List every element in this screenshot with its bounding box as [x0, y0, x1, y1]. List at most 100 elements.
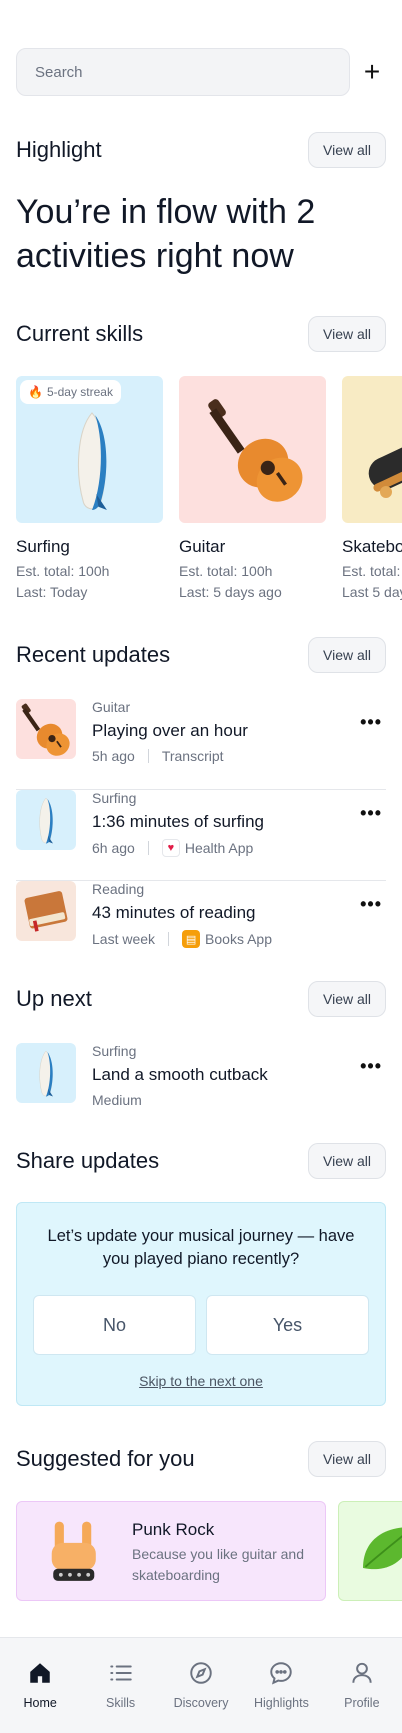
highlight-title: Highlight [16, 137, 102, 162]
more-options-icon[interactable]: ••• [360, 713, 382, 731]
update-meta: 6h ago ♥ Health App [92, 839, 253, 857]
flame-icon: 🔥 [28, 385, 43, 399]
list-item[interactable]: Reading 43 minutes of reading Last week … [16, 881, 386, 972]
recent-updates-header: Recent updates View all [16, 637, 386, 673]
list-item[interactable]: Guitar Playing over an hour 5h ago Trans… [16, 699, 386, 790]
skill-last: Last 5 days ago [342, 584, 402, 600]
skill-total: Est. total: 100h [179, 563, 273, 579]
leaf-icon [363, 1527, 402, 1570]
health-app-icon: ♥ [161, 839, 180, 857]
surfboard-icon [60, 406, 124, 518]
tab-label: Skills [106, 1696, 136, 1710]
skill-card-guitar[interactable]: Guitar Est. total: 100h Last: 5 days ago [179, 376, 326, 603]
update-thumbnail [16, 699, 76, 759]
more-options-icon[interactable]: ••• [360, 1057, 382, 1075]
up-next-view-all-button[interactable]: View all [308, 981, 386, 1017]
up-next-thumbnail [16, 1043, 76, 1103]
skill-name: Surfing [16, 537, 70, 556]
share-updates-header: Share updates View all [16, 1143, 386, 1179]
yes-button[interactable]: Yes [206, 1295, 369, 1355]
update-time: 5h ago [92, 748, 135, 764]
surfboard-icon [31, 796, 61, 846]
compass-icon [190, 1662, 212, 1684]
list-icon [109, 1665, 132, 1681]
update-time: 6h ago [92, 840, 135, 856]
tab-label: Profile [344, 1696, 380, 1710]
suggestion-reason: Because you like guitar and skateboardin… [132, 1546, 304, 1583]
tab-label: Highlights [253, 1696, 309, 1710]
suggestion-title: Punk Rock [132, 1520, 215, 1539]
skill-name: Skateboarding [342, 537, 402, 556]
skill-card-skateboarding[interactable]: Skateboarding Est. total: 100h Last 5 da… [342, 376, 402, 603]
current-skills-title: Current skills [16, 321, 144, 346]
up-next-title: Up next [16, 986, 92, 1011]
update-thumbnail [16, 881, 76, 941]
book-icon [16, 881, 76, 941]
update-source: Books App [205, 931, 272, 947]
skill-total: Est. total: 100h [342, 563, 402, 579]
skills-carousel[interactable]: 🔥 5-day streak Surfing Est. total: 100h … [16, 376, 402, 606]
list-item[interactable]: Surfing Land a smooth cutback Medium ••• [16, 1043, 386, 1113]
streak-badge: 🔥 5-day streak [20, 380, 121, 404]
share-question: Let’s update your musical journey — have… [47, 1227, 355, 1268]
share-updates-title: Share updates [16, 1148, 160, 1173]
list-item[interactable]: Surfing 1:36 minutes of surfing 6h ago ♥… [16, 790, 386, 881]
chat-bubble-icon [270, 1662, 293, 1685]
surfboard-icon [31, 1049, 61, 1099]
no-button[interactable]: No [33, 1295, 196, 1355]
books-app-icon: ▤ [182, 930, 201, 948]
update-title: Playing over an hour [92, 721, 248, 740]
skateboard-icon [356, 410, 402, 510]
suggested-carousel[interactable]: Punk Rock Because you like guitar and sk… [16, 1501, 402, 1603]
skip-link[interactable]: Skip to the next one [17, 1373, 385, 1389]
highlight-view-all-button[interactable]: View all [308, 132, 386, 168]
update-title: 1:36 minutes of surfing [92, 812, 264, 831]
home-icon [30, 1663, 50, 1683]
more-options-icon[interactable]: ••• [360, 895, 382, 913]
skill-image [179, 376, 326, 523]
tab-label: Home [23, 1696, 57, 1710]
tab-discovery[interactable]: Discovery [161, 1638, 241, 1733]
skill-name: Guitar [179, 537, 226, 556]
suggested-view-all-button[interactable]: View all [308, 1441, 386, 1477]
search-input[interactable]: Search [16, 48, 350, 96]
person-icon [352, 1662, 372, 1683]
tab-home[interactable]: Home [0, 1638, 80, 1733]
suggestion-card[interactable] [338, 1501, 402, 1601]
add-icon[interactable]: + [358, 58, 386, 86]
tab-skills[interactable]: Skills [80, 1638, 160, 1733]
share-updates-card: Let’s update your musical journey — have… [16, 1202, 386, 1406]
tab-highlights[interactable]: Highlights [241, 1638, 321, 1733]
update-category: Reading [92, 881, 145, 897]
tab-profile[interactable]: Profile [322, 1638, 402, 1733]
up-next-list: Surfing Land a smooth cutback Medium ••• [16, 1043, 386, 1113]
update-category: Surfing [92, 790, 137, 806]
current-skills-view-all-button[interactable]: View all [308, 316, 386, 352]
hero-text: You’re in flow with 2 activities right n… [16, 193, 316, 275]
highlight-header: Highlight View all [16, 132, 386, 168]
recent-updates-title: Recent updates [16, 642, 171, 667]
divider [147, 841, 149, 855]
suggestion-card[interactable]: Punk Rock Because you like guitar and sk… [16, 1501, 326, 1601]
skill-last: Last: 5 days ago [179, 584, 282, 600]
divider [147, 749, 149, 763]
current-skills-header: Current skills View all [16, 316, 386, 352]
guitar-icon [16, 699, 76, 759]
update-meta: 5h ago Transcript [92, 748, 224, 764]
suggested-header: Suggested for you View all [16, 1441, 386, 1477]
update-source: Transcript [161, 748, 224, 764]
recent-updates-view-all-button[interactable]: View all [308, 637, 386, 673]
skill-card-surfing[interactable]: 🔥 5-day streak Surfing Est. total: 100h … [16, 376, 163, 603]
suggested-title: Suggested for you [16, 1446, 195, 1471]
update-time: Last week [92, 931, 156, 947]
skill-image: 🔥 5-day streak [16, 376, 163, 523]
search-row: Search + [16, 48, 386, 96]
update-meta: Last week ▤ Books App [92, 930, 272, 948]
tab-label: Discovery [173, 1696, 229, 1710]
tab-bar: Home Skills Discovery Highlights Profile [0, 1637, 402, 1733]
divider [168, 932, 170, 946]
share-updates-view-all-button[interactable]: View all [308, 1143, 386, 1179]
update-thumbnail [16, 790, 76, 850]
guitar-icon [197, 390, 315, 508]
more-options-icon[interactable]: ••• [360, 804, 382, 822]
